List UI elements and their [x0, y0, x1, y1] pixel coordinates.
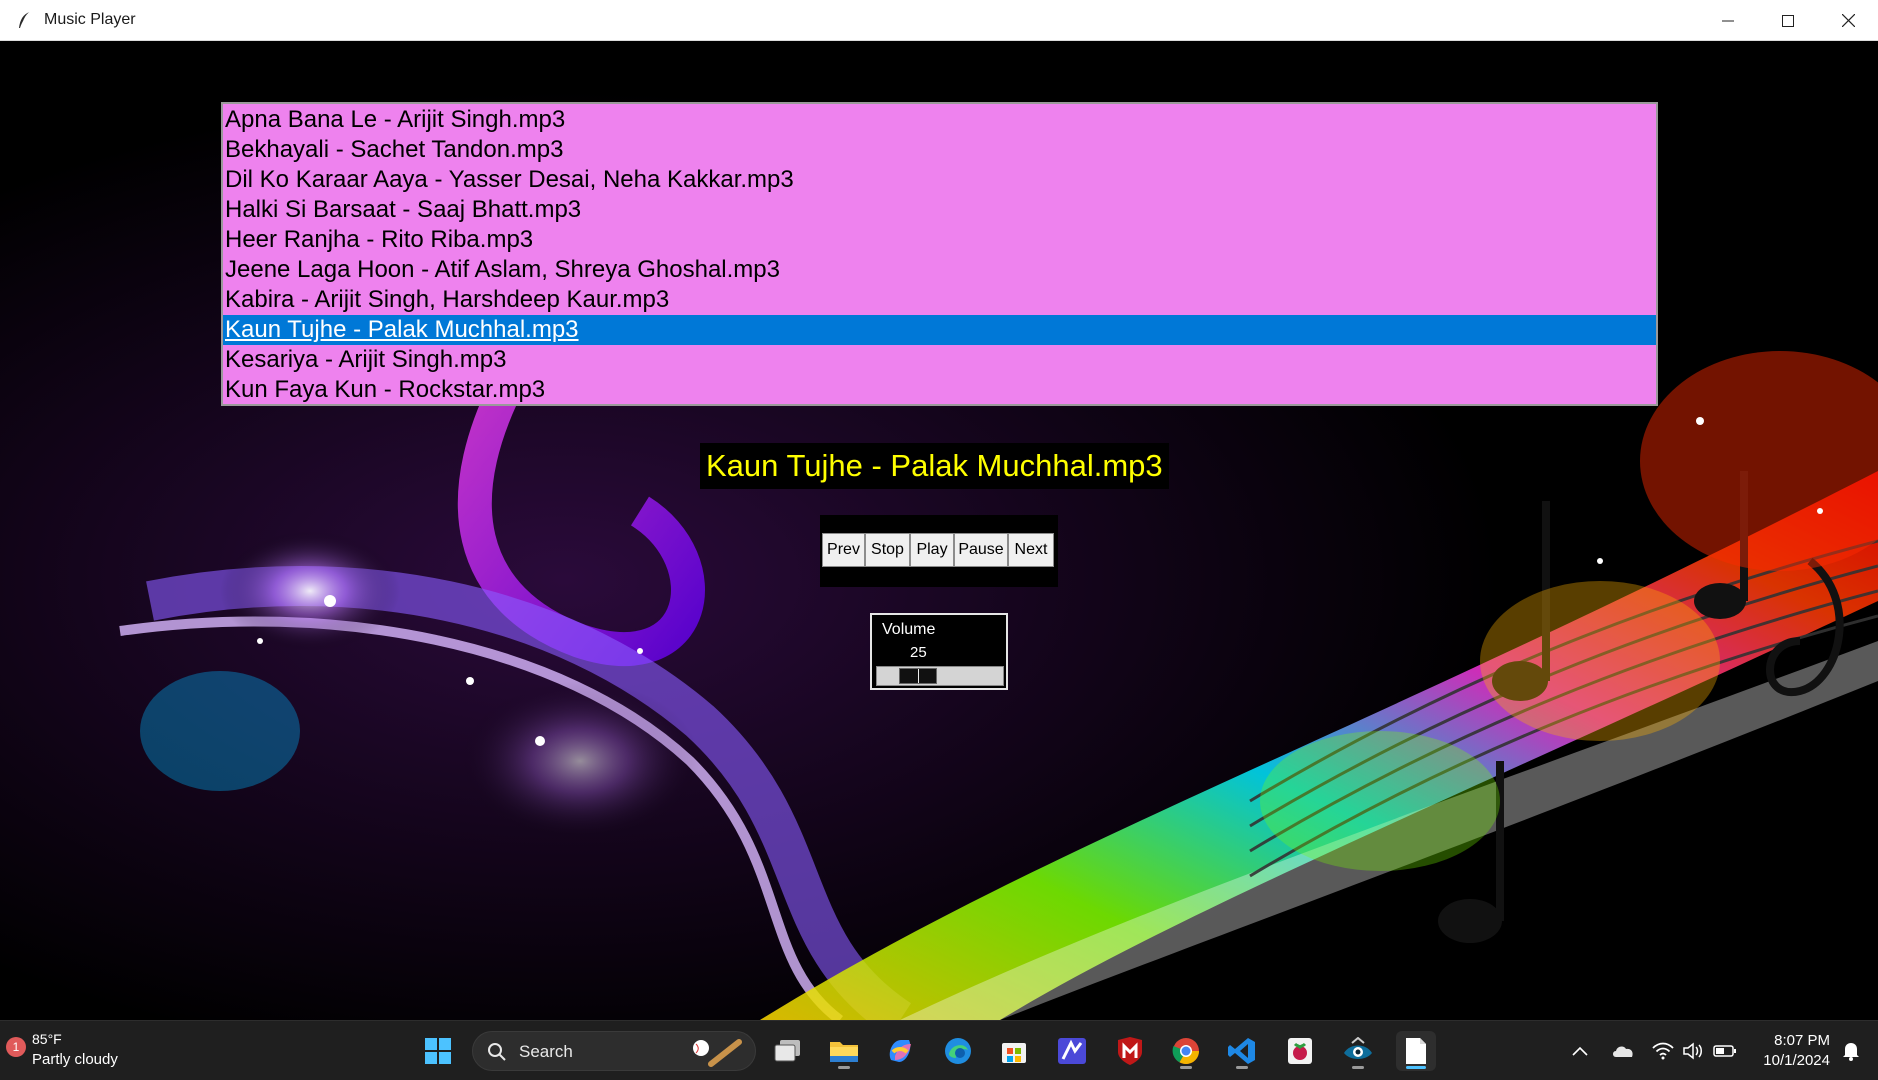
clock-time: 8:07 PM	[1774, 1032, 1830, 1049]
copilot-icon[interactable]	[880, 1031, 920, 1071]
taskbar-search-box[interactable]: Search	[472, 1031, 756, 1071]
playlist-listbox[interactable]: Apna Bana Le - Arijit Singh.mp3 Bekhayal…	[221, 102, 1658, 406]
volume-value: 25	[910, 644, 927, 661]
weather-widget[interactable]: 1 85°F Partly cloudy	[4, 1029, 144, 1073]
playlist-item-selected[interactable]: Kaun Tujhe - Palak Muchhal.mp3	[223, 315, 1656, 345]
minimize-icon	[1722, 20, 1734, 21]
prev-button[interactable]: Prev	[822, 533, 865, 567]
volume-label: Volume	[882, 621, 936, 638]
maximize-icon	[1782, 14, 1794, 27]
pause-button[interactable]: Pause	[954, 533, 1008, 567]
windows-start-icon[interactable]	[418, 1031, 458, 1071]
volume-slider-thumb[interactable]	[899, 668, 937, 684]
speaker-icon[interactable]	[1680, 1021, 1706, 1080]
close-icon	[1841, 14, 1855, 27]
weather-temperature: 85°F	[32, 1031, 62, 1047]
playlist-item[interactable]: Dil Ko Karaar Aaya - Yasser Desai, Neha …	[223, 165, 1656, 195]
wifi-icon[interactable]	[1650, 1021, 1676, 1080]
feather-icon	[14, 9, 36, 31]
volume-slider[interactable]	[876, 666, 1004, 686]
vscode-icon[interactable]	[1222, 1031, 1262, 1071]
chrome-running-indicator	[1180, 1066, 1192, 1069]
eye-app-running-indicator	[1352, 1066, 1364, 1069]
playlist-item[interactable]: Kabira - Arijit Singh, Harshdeep Kaur.mp…	[223, 285, 1656, 315]
minimize-button[interactable]	[1698, 0, 1758, 41]
raspberry-pi-imager-icon[interactable]	[1280, 1031, 1320, 1071]
baseball-icon	[693, 1039, 742, 1067]
volume-panel: Volume 25	[870, 613, 1008, 690]
search-icon	[488, 1043, 506, 1061]
task-view-icon[interactable]	[768, 1031, 808, 1071]
playback-controls: Prev Stop Play Pause Next	[820, 515, 1058, 587]
stop-button[interactable]: Stop	[865, 533, 910, 567]
weather-notification-badge: 1	[6, 1037, 26, 1057]
close-button[interactable]	[1818, 0, 1878, 41]
taskbar: 1 85°F Partly cloudy Search 8:07 PM 10/1…	[0, 1020, 1878, 1080]
now-playing-label: Kaun Tujhe - Palak Muchhal.mp3	[700, 443, 1169, 489]
maximize-button[interactable]	[1758, 0, 1818, 41]
clock-date: 10/1/2024	[1763, 1052, 1830, 1069]
search-placeholder: Search	[519, 1042, 573, 1061]
file-explorer-running-indicator	[838, 1066, 850, 1069]
playlist-item[interactable]: Kun Faya Kun - Rockstar.mp3	[223, 375, 1656, 404]
file-explorer-icon[interactable]	[824, 1031, 864, 1071]
show-hidden-icons-button[interactable]	[1568, 1021, 1592, 1080]
taskbar-clock[interactable]: 8:07 PM 10/1/2024	[1763, 1031, 1830, 1071]
eye-app-icon[interactable]	[1338, 1031, 1378, 1071]
title-bar: Music Player	[0, 0, 1878, 41]
weather-condition: Partly cloudy	[32, 1051, 118, 1068]
playlist-item[interactable]: Heer Ranjha - Rito Riba.mp3	[223, 225, 1656, 255]
player-canvas: Apna Bana Le - Arijit Singh.mp3 Bekhayal…	[0, 41, 1878, 1020]
edge-icon[interactable]	[938, 1031, 978, 1071]
next-button[interactable]: Next	[1008, 533, 1054, 567]
visual-studio-icon[interactable]	[1052, 1031, 1092, 1071]
playlist-item[interactable]: Apna Bana Le - Arijit Singh.mp3	[223, 105, 1656, 135]
notification-bell-icon[interactable]	[1836, 1021, 1866, 1080]
playlist-item[interactable]: Halki Si Barsaat - Saaj Bhatt.mp3	[223, 195, 1656, 225]
playlist-item[interactable]: Kesariya - Arijit Singh.mp3	[223, 345, 1656, 375]
playlist-item[interactable]: Jeene Laga Hoon - Atif Aslam, Shreya Gho…	[223, 255, 1656, 285]
vscode-running-indicator	[1236, 1066, 1248, 1069]
window-title: Music Player	[44, 11, 136, 28]
onedrive-icon[interactable]	[1608, 1021, 1638, 1080]
chrome-icon[interactable]	[1166, 1031, 1206, 1071]
play-button[interactable]: Play	[910, 533, 954, 567]
battery-icon[interactable]	[1710, 1021, 1740, 1080]
notepad-active-indicator	[1406, 1066, 1426, 1069]
notepad-icon[interactable]	[1396, 1031, 1436, 1071]
microsoft-store-icon[interactable]	[994, 1031, 1034, 1071]
playlist-item[interactable]: Bekhayali - Sachet Tandon.mp3	[223, 135, 1656, 165]
mcafee-icon[interactable]	[1110, 1031, 1150, 1071]
chevron-up-icon	[1572, 1046, 1588, 1056]
